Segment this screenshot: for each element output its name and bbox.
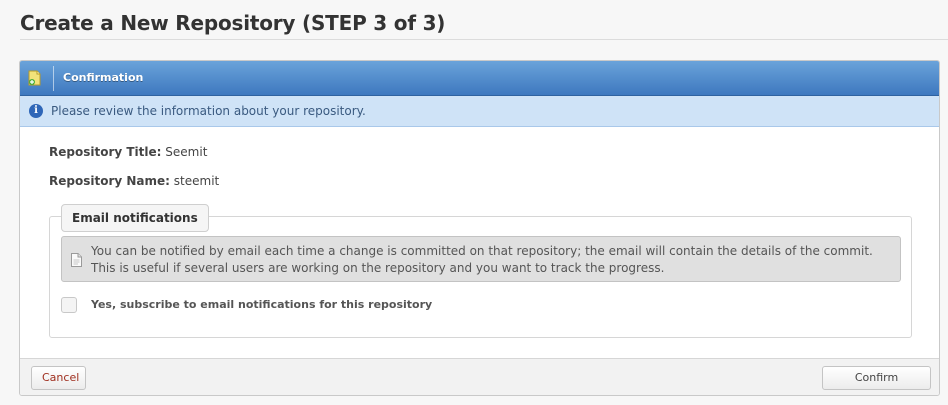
panel-title: Confirmation <box>63 71 144 84</box>
page-title: Create a New Repository (STEP 3 of 3) <box>20 11 446 35</box>
info-icon: i <box>29 104 43 118</box>
panel-footer: Cancel Confirm creation <box>20 358 939 395</box>
repository-title-row: Repository Title: Seemit <box>49 145 207 159</box>
info-message: Please review the information about your… <box>51 104 366 118</box>
info-bar: i Please review the information about yo… <box>20 96 939 127</box>
panel-header: Confirmation <box>20 61 939 96</box>
repository-name-value: steemit <box>173 174 220 188</box>
repository-title-value: Seemit <box>165 145 208 159</box>
cancel-button[interactable]: Cancel <box>31 366 86 390</box>
document-add-icon <box>28 70 42 86</box>
repository-title-label: Repository Title: <box>49 145 162 159</box>
repository-name-label: Repository Name: <box>49 174 170 188</box>
email-notification-note: You can be notified by email each time a… <box>61 236 901 282</box>
subscribe-checkbox[interactable] <box>61 297 77 313</box>
confirmation-panel: Confirmation i Please review the informa… <box>19 60 940 396</box>
repository-name-row: Repository Name: steemit <box>49 174 219 188</box>
subscribe-checkbox-label[interactable]: Yes, subscribe to email notifications fo… <box>91 298 432 311</box>
title-divider <box>20 39 948 40</box>
header-separator <box>53 66 54 91</box>
confirm-creation-button[interactable]: Confirm creation <box>822 366 931 395</box>
email-notification-text: You can be notified by email each time a… <box>91 244 873 275</box>
document-icon <box>71 252 82 267</box>
email-notifications-legend: Email notifications <box>61 204 209 232</box>
email-notifications-fieldset: Email notifications You can be notified … <box>49 204 912 338</box>
